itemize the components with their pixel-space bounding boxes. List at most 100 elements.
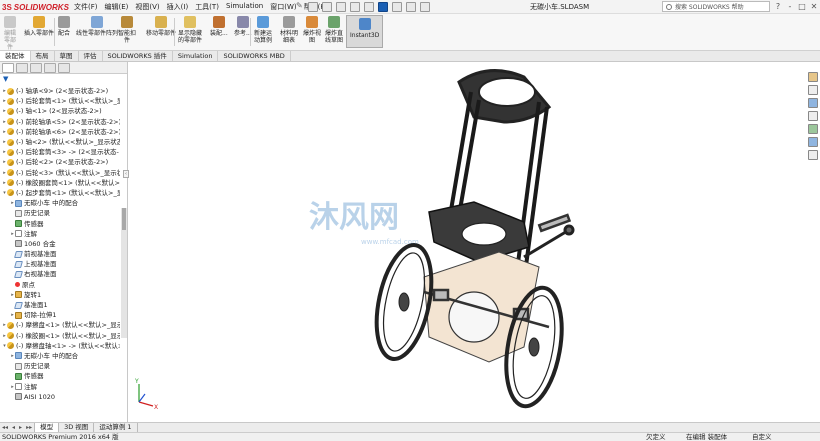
help-search-input[interactable]: 搜索 SOLIDWORKS 帮助 [662,1,770,12]
menu-item-1[interactable]: 编辑(E) [105,2,129,12]
command-tab-6[interactable]: SOLIDWORKS MBD [218,51,291,61]
status-custom[interactable]: 自定义 [752,433,772,441]
tree-row[interactable]: ▸ 无碳小车 中的配合 [0,198,120,208]
tree-row[interactable]: AISI 1020 [0,392,120,402]
tree-row[interactable]: 历史记录 [0,208,120,218]
tree-row[interactable]: ▸ 切除-拉伸1 [0,310,120,320]
open-icon[interactable] [322,2,332,12]
ribbon-button-5[interactable]: 移动零部件 [146,16,176,37]
tree-row[interactable]: 传感器 [0,218,120,228]
tree-row[interactable]: ▸ (-) 后轮<3> (默认<<默认>_显示状 [0,168,120,178]
tree-row[interactable]: ▸ 注解 [0,229,120,239]
tree-row[interactable]: 1060 合金 [0,239,120,249]
menu-item-0[interactable]: 文件(F) [74,2,98,12]
menu-item-3[interactable]: 插入(I) [167,2,189,12]
bottom-tab-1[interactable]: 3D 视图 [59,423,95,432]
tree-row[interactable]: ▸ (-) 后轮套筒<3> -> (2<显示状态- [0,147,120,157]
tree-row[interactable]: 历史记录 [0,361,120,371]
tree-row[interactable]: ▸ (-) 橡胶圈<1> (默认<<默认>_显示 [0,331,120,341]
rebuild-icon[interactable] [392,2,402,12]
ribbon-button-11[interactable]: 爆炸视 图 [303,16,321,44]
ribbon-button-10[interactable]: 材料明 细表 [280,16,298,44]
filter-icon[interactable]: ▼ [3,75,8,83]
tree-row[interactable]: ▸ (-) 轴<2> (默认<<默认>_显示状态 [0,137,120,147]
menu-item-4[interactable]: 工具(T) [195,2,219,12]
tree-row[interactable]: ▾ (-) 摩擦盘轴<1> -> (默认<<默认>_ [0,341,120,351]
scrollbar-thumb[interactable] [122,208,126,230]
nav-first-icon[interactable]: ◂◂ [0,424,10,431]
tree-row[interactable]: ▸ (-) 摩擦盘<1> (默认<<默认>_显示 [0,320,120,330]
ribbon-button-9[interactable]: 新建运 动算例 [254,16,272,44]
custom-properties-icon[interactable] [808,137,818,147]
tree-row[interactable]: ▸ (-) 轴<1> (2<显示状态-2>) [0,106,120,116]
ribbon-button-4[interactable]: 智能扣 件 [118,16,136,44]
tree-row[interactable]: ▸ (-) 后轮套筒<1> (默认<<默认>_显 [0,96,120,106]
ribbon-button-6[interactable]: 显示隐藏 的零部件 [178,16,202,44]
close-button[interactable]: ✕ [810,2,818,11]
tree-row[interactable]: ▸ (-) 前轮轴承<5> (2<显示状态-2>) [0,117,120,127]
tree-row[interactable]: ▸ 注解 [0,381,120,391]
tree-row[interactable]: ▾ (-) 起步套筒<1> (默认<<默认>_显 [0,188,120,198]
forum-icon[interactable] [808,150,818,160]
command-tab-1[interactable]: 布局 [31,51,55,61]
minimize-button[interactable]: - [786,2,794,11]
property-manager-tab-icon[interactable] [16,63,28,73]
tree-row[interactable]: 右视基准面 [0,269,120,279]
help-question-icon[interactable]: ? [774,2,782,11]
command-tab-5[interactable]: Simulation [173,51,219,61]
tree-row[interactable]: ▸ (-) 后轮<2> (2<显示状态-2>) [0,157,120,167]
new-document-icon[interactable] [308,2,318,12]
command-tab-3[interactable]: 评估 [79,51,103,61]
options-gear-icon[interactable] [420,2,430,12]
tree-filter[interactable]: ▼ [0,74,127,84]
bottom-tab-0[interactable]: 模型 [34,423,60,432]
tree-row[interactable]: 原点 [0,280,120,290]
tree-row[interactable]: 基准面1 [0,300,120,310]
ribbon-button-7[interactable]: 装配... [210,16,228,37]
nav-last-icon[interactable]: ▸▸ [24,424,34,431]
display-manager-tab-icon[interactable] [58,63,70,73]
tree-row[interactable]: 传感器 [0,371,120,381]
view-palette-icon[interactable] [808,111,818,121]
tree-row[interactable]: 上视基准面 [0,259,120,269]
command-tab-0[interactable]: 装配体 [0,51,31,61]
tree-row[interactable]: ▸ (-) 前轮轴承<6> (2<显示状态-2>) [0,127,120,137]
save-icon[interactable] [336,2,346,12]
undo-icon[interactable] [364,2,374,12]
configuration-manager-tab-icon[interactable] [30,63,42,73]
graphics-viewport[interactable]: 沐风网 www.mfcad.com Y X [129,62,804,422]
menu-item-6[interactable]: 窗口(W) [270,2,296,12]
tree-scrollbar[interactable] [121,208,127,338]
appearances-icon[interactable] [808,124,818,134]
menu-item-5[interactable]: Simulation [226,2,263,12]
design-library-icon[interactable] [808,85,818,95]
file-properties-icon[interactable] [406,2,416,12]
print-icon[interactable] [350,2,360,12]
select-icon[interactable] [378,2,388,12]
restore-button[interactable]: □ [798,2,806,11]
dimxpert-tab-icon[interactable] [44,63,56,73]
nav-prev-icon[interactable]: ◂ [10,424,17,431]
ribbon-button-0[interactable]: 编辑 零部 件 [4,16,16,51]
solidworks-logo[interactable]: 3S SOLIDWORKS [2,2,69,12]
bottom-tab-2[interactable]: 运动算例 1 [94,423,138,432]
menu-item-2[interactable]: 视图(V) [135,2,159,12]
ribbon-button-1[interactable]: 插入零部件 [24,16,54,37]
command-tab-4[interactable]: SOLIDWORKS 插件 [103,51,173,61]
pin-icon[interactable]: ✎ [296,1,303,10]
tree-row[interactable]: 前视基准面 [0,249,120,259]
feature-manager-tab-icon[interactable] [2,63,14,73]
ribbon-button-3[interactable]: 线性零部件阵列 [76,16,118,37]
ribbon-button-2[interactable]: 配合 [58,16,70,37]
solidworks-resources-icon[interactable] [808,72,818,82]
file-explorer-icon[interactable] [808,98,818,108]
ribbon-button-12[interactable]: 爆炸直 线草图 [325,16,343,44]
ribbon-button-13[interactable]: Instant3D [346,15,384,48]
tree-row[interactable]: ▸ (-) 轴承<9> (2<显示状态-2>) [0,86,120,96]
tree-row[interactable]: ▸ (-) 橡胶圈套筒<1> (默认<<默认>_ [0,178,120,188]
tree-row[interactable]: ▸ 无碳小车 中的配合 [0,351,120,361]
command-tab-2[interactable]: 草图 [55,51,79,61]
tree-row-label: 无碳小车 中的配合 [24,199,79,208]
nav-next-icon[interactable]: ▸ [17,424,24,431]
tree-row[interactable]: ▸ 旋转1 [0,290,120,300]
